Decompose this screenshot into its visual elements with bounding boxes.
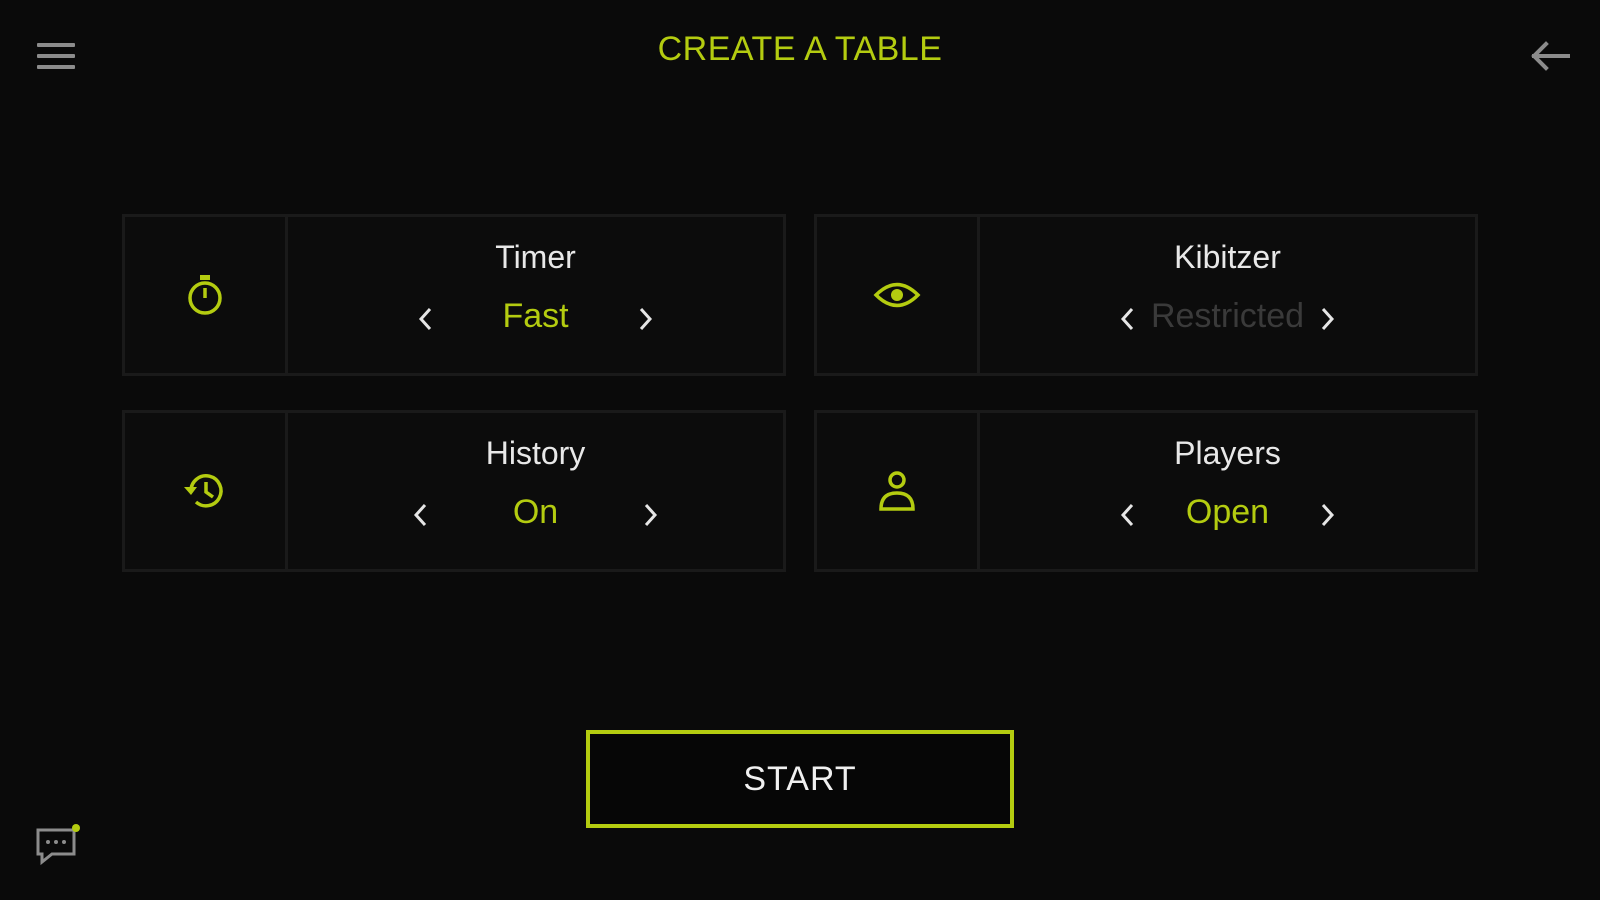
players-value: Open	[1185, 493, 1270, 531]
kibitzer-label: Kibitzer	[1174, 239, 1281, 275]
history-icon	[125, 413, 288, 569]
players-next-chevron-right-icon[interactable]	[1309, 497, 1345, 533]
start-button[interactable]: START	[586, 730, 1014, 828]
players-setting: Players Open	[814, 410, 1478, 572]
timer-setting: Timer Fast	[122, 214, 786, 376]
top-bar: CREATE A TABLE	[0, 0, 1600, 110]
person-icon	[817, 413, 980, 569]
kibitzer-next-chevron-right-icon[interactable]	[1309, 301, 1345, 337]
settings-grid: Timer Fast Kibitzer Restricted History O…	[122, 214, 1478, 574]
eye-icon	[817, 217, 980, 373]
kibitzer-setting: Kibitzer Restricted	[814, 214, 1478, 376]
back-arrow-icon[interactable]	[1526, 34, 1574, 78]
timer-next-chevron-right-icon[interactable]	[627, 301, 663, 337]
history-value: On	[512, 493, 559, 531]
timer-label: Timer	[495, 239, 576, 275]
history-next-chevron-right-icon[interactable]	[632, 497, 668, 533]
history-label: History	[485, 435, 586, 471]
chat-icon[interactable]	[34, 822, 82, 868]
kibitzer-value: Restricted	[1150, 297, 1305, 335]
timer-value: Fast	[502, 297, 569, 335]
page-title: CREATE A TABLE	[657, 30, 943, 68]
stopwatch-icon	[125, 217, 288, 373]
players-label: Players	[1174, 435, 1281, 471]
history-setting: History On	[122, 410, 786, 572]
